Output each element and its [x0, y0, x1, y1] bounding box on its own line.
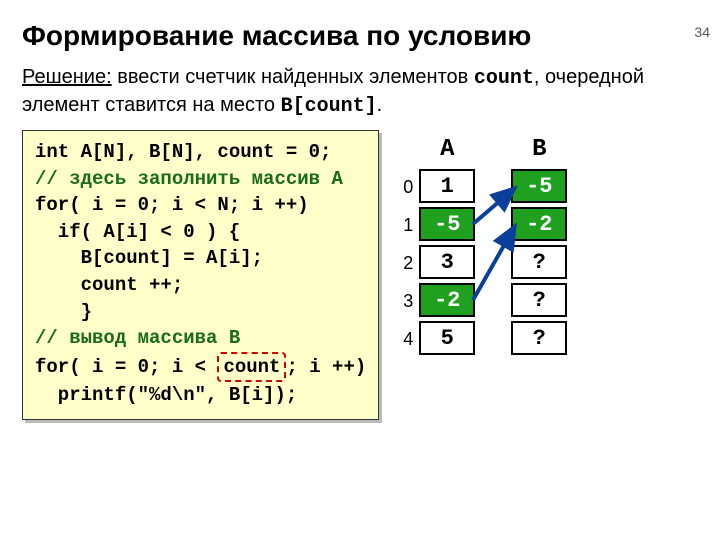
idx-3: 3: [403, 291, 413, 312]
code-l10: printf("%d\n", B[i]);: [35, 384, 297, 406]
b-1: -2: [511, 207, 567, 241]
code-l6: count ++;: [35, 274, 183, 296]
header-b: B: [532, 136, 546, 163]
code-l9a: for( i = 0; i <: [35, 356, 217, 378]
code-l8: // вывод массива B: [35, 327, 240, 349]
b-0: -5: [511, 169, 567, 203]
array-table: A B 0 1 -5 1 -5 -2 2 3 ? 3 -2 ? 4 5 ?: [397, 130, 567, 358]
idx-2: 2: [403, 253, 413, 274]
code-l1: int A[N], B[N], count = 0;: [35, 141, 331, 163]
idx-1: 1: [403, 215, 413, 236]
code-block: int A[N], B[N], count = 0; // здесь запо…: [22, 130, 379, 420]
code-l9b: ; i ++): [286, 356, 366, 378]
code-l3: for( i = 0; i < N; i ++): [35, 194, 309, 216]
desc-tail: .: [377, 94, 383, 116]
a-0: 1: [419, 169, 475, 203]
idx-0: 0: [403, 177, 413, 198]
code-l4: if( A[i] < 0 ) {: [35, 221, 240, 243]
b-4: ?: [511, 321, 567, 355]
code-l2: // здесь заполнить массив A: [35, 168, 343, 190]
description: Решение: ввести счетчик найденных элемен…: [22, 64, 698, 120]
a-3: -2: [419, 283, 475, 317]
idx-4: 4: [403, 329, 413, 350]
page-title: Формирование массива по условию: [22, 20, 720, 52]
code-l7: }: [35, 301, 92, 323]
desc-part1a: ввести счетчик найденных элементов: [112, 66, 474, 88]
b-3: ?: [511, 283, 567, 317]
count-highlight: count: [217, 352, 286, 383]
desc-bcount: B[count]: [281, 95, 377, 118]
a-1: -5: [419, 207, 475, 241]
desc-count: count: [474, 67, 534, 90]
header-a: A: [440, 136, 454, 163]
a-4: 5: [419, 321, 475, 355]
a-2: 3: [419, 245, 475, 279]
b-2: ?: [511, 245, 567, 279]
desc-lead: Решение:: [22, 66, 112, 88]
code-l5: B[count] = A[i];: [35, 247, 263, 269]
page-number: 34: [694, 24, 710, 40]
